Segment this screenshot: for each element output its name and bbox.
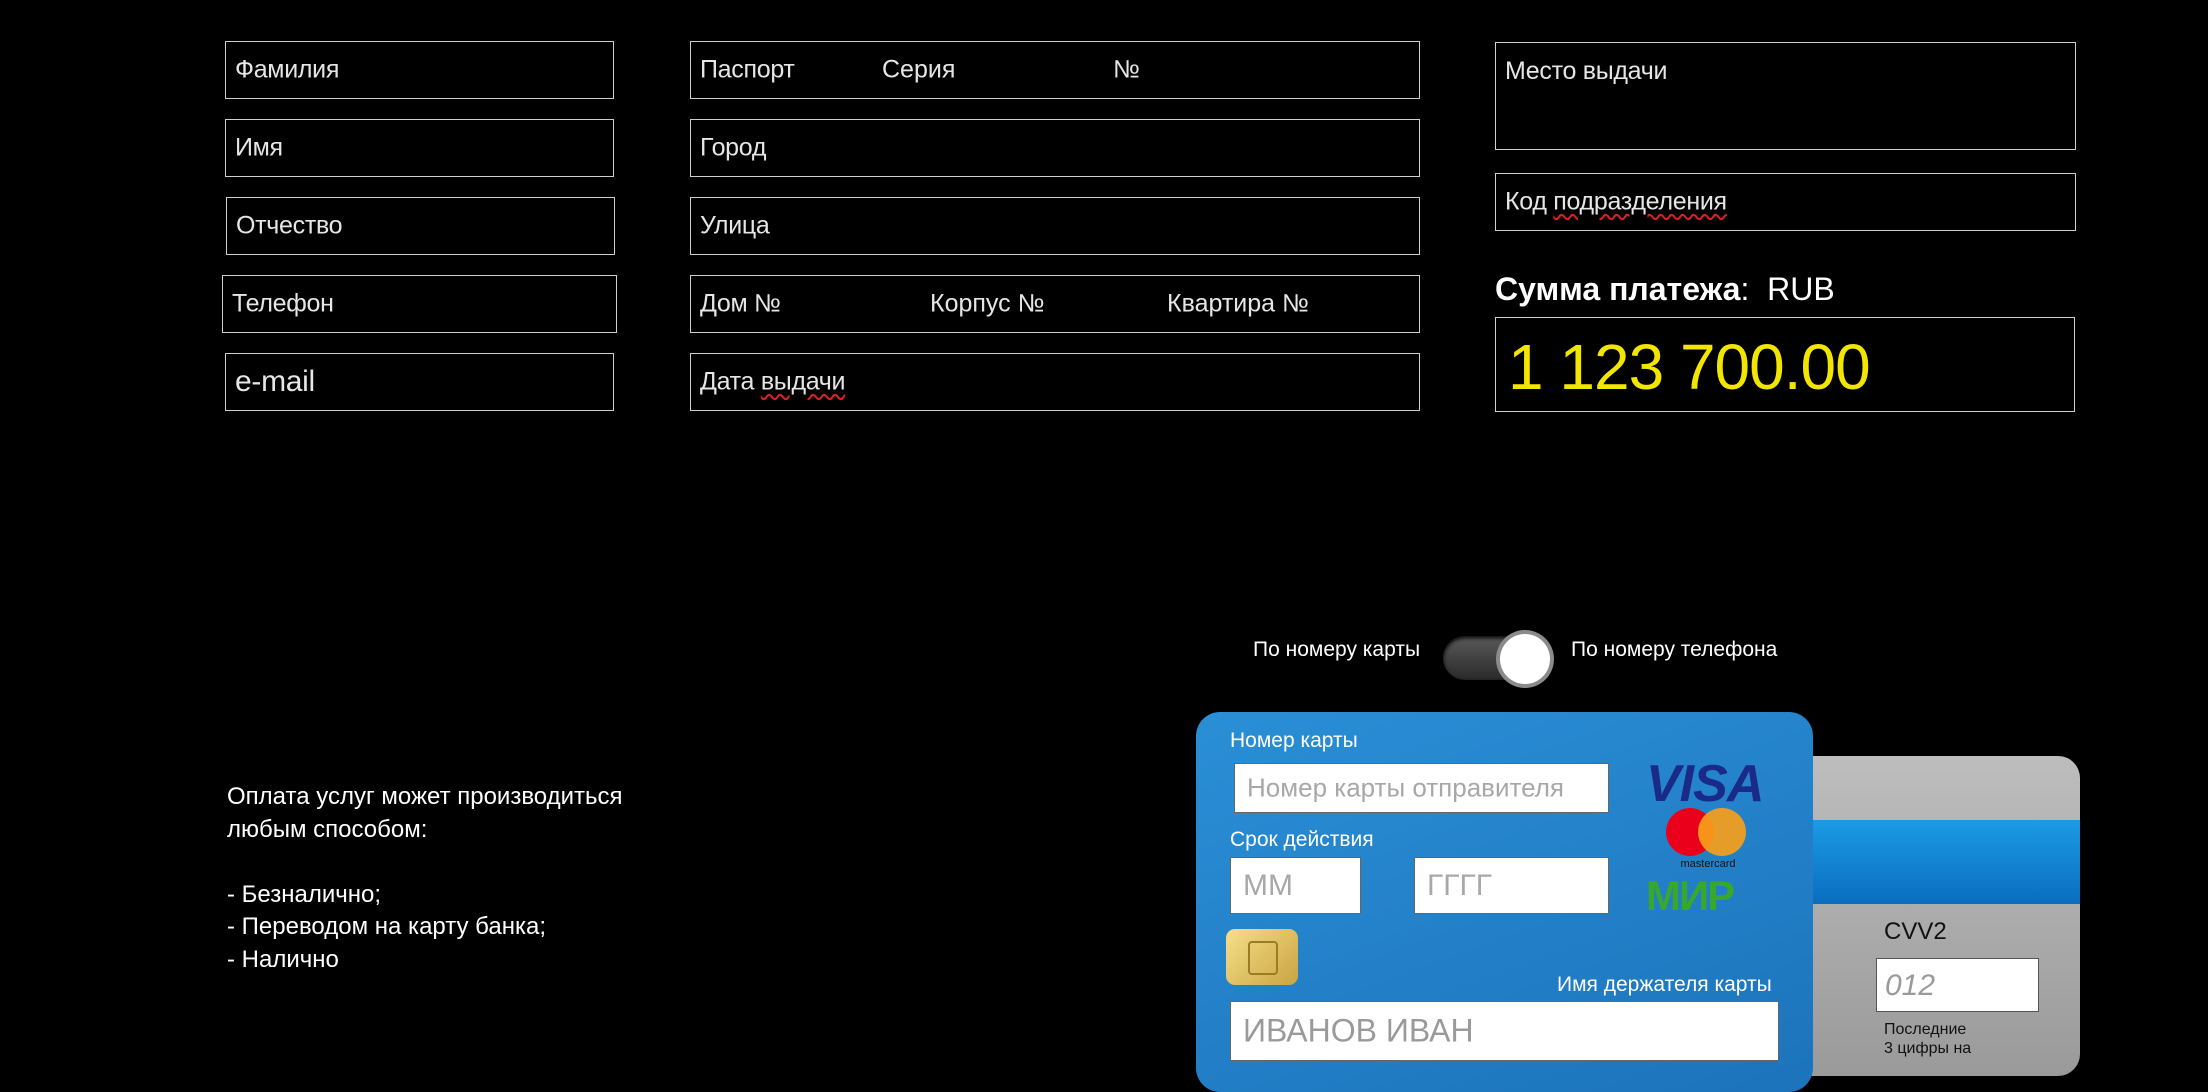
- mastercard-yellow-circle: [1698, 808, 1746, 856]
- street-field[interactable]: Улица: [690, 197, 1420, 255]
- holder-label: Имя держателя карты: [1557, 973, 1772, 996]
- toggle-knob[interactable]: [1500, 634, 1550, 684]
- passport-number-label: №: [1113, 55, 1140, 84]
- passport-label: Паспорт: [700, 55, 795, 84]
- expiry-year-input[interactable]: ГГГГ: [1414, 857, 1609, 914]
- dept-code-prefix: Код: [1505, 187, 1554, 216]
- dept-code-label: Код подразделения: [1505, 188, 1727, 217]
- info-line2: любым способом:: [227, 815, 428, 843]
- mastercard-text: mastercard: [1680, 858, 1736, 870]
- payment-label: Сумма платежа: RUB: [1495, 271, 1835, 308]
- holder-input[interactable]: ИВАНОВ ИВАН: [1230, 1001, 1779, 1061]
- visa-logo-icon: VISA: [1646, 755, 1764, 813]
- issue-date-prefix: Дата: [700, 367, 761, 396]
- switch-left-label[interactable]: По номеру карты: [1253, 638, 1420, 662]
- surname-field[interactable]: Фамилия: [225, 41, 614, 99]
- cvv-help-line2: 3 цифры на: [1884, 1040, 1972, 1057]
- mir-logo-icon: МИР: [1646, 872, 1735, 919]
- cvv-help: Последние 3 цифры на: [1884, 1020, 1971, 1058]
- address-field[interactable]: Дом № Корпус № Квартира №: [690, 275, 1420, 333]
- payment-info: Оплата услуг может производиться любым с…: [227, 781, 623, 976]
- switch-right-label[interactable]: По номеру телефона: [1571, 638, 1777, 662]
- city-label: Город: [700, 133, 767, 162]
- name-label: Имя: [235, 133, 283, 162]
- info-item3: - Налично: [227, 945, 339, 973]
- card-number-placeholder: Номер карты отправителя: [1247, 772, 1564, 803]
- holder-value: ИВАНОВ ИВАН: [1243, 1012, 1474, 1049]
- building-label: Корпус №: [930, 289, 1045, 318]
- name-field[interactable]: Имя: [225, 119, 614, 177]
- dept-code-field[interactable]: Код подразделения: [1495, 173, 2076, 231]
- magnetic-stripe: [1780, 820, 2080, 904]
- phone-label: Телефон: [232, 289, 334, 318]
- info-item2: - Переводом на карту банка;: [227, 913, 547, 940]
- expiry-year-placeholder: ГГГГ: [1427, 868, 1492, 902]
- series-label: Серия: [882, 55, 956, 84]
- expiry-month-placeholder: ММ: [1243, 868, 1293, 902]
- cvv-input[interactable]: 012: [1876, 958, 2039, 1012]
- issue-date-word: выдачи: [760, 367, 846, 396]
- expiry-month-input[interactable]: ММ: [1230, 857, 1361, 914]
- passport-field[interactable]: Паспорт Серия №: [690, 41, 1420, 99]
- phone-field[interactable]: Телефон: [222, 275, 617, 333]
- card-number-input[interactable]: Номер карты отправителя: [1234, 763, 1609, 813]
- info-line1: Оплата услуг может производиться: [227, 783, 623, 810]
- patronymic-label: Отчество: [236, 211, 343, 240]
- issue-place-field[interactable]: Место выдачи: [1495, 42, 2076, 150]
- payment-currency: RUB: [1767, 271, 1835, 307]
- dept-code-word: подразделения: [1553, 187, 1727, 216]
- email-field[interactable]: e-mail: [225, 353, 614, 411]
- issue-date-field[interactable]: Дата выдачи: [690, 353, 1420, 411]
- surname-label: Фамилия: [235, 55, 340, 84]
- mastercard-logo-icon: mastercard: [1666, 808, 1756, 870]
- payment-amount-field[interactable]: 1 123 700.00: [1495, 317, 2075, 412]
- issue-date-label: Дата выдачи: [700, 367, 846, 397]
- cvv-label: CVV2: [1884, 918, 1947, 945]
- email-label: e-mail: [235, 365, 315, 398]
- patronymic-field[interactable]: Отчество: [226, 197, 615, 255]
- cvv-placeholder: 012: [1885, 969, 1936, 1002]
- city-field[interactable]: Город: [690, 119, 1420, 177]
- street-label: Улица: [700, 211, 770, 240]
- issue-place-label: Место выдачи: [1505, 57, 1668, 85]
- info-item1: - Безналично;: [227, 880, 382, 908]
- house-label: Дом №: [700, 289, 781, 318]
- payment-amount: 1 123 700.00: [1508, 331, 1871, 403]
- expiry-label: Срок действия: [1230, 828, 1374, 851]
- apartment-label: Квартира №: [1167, 289, 1309, 318]
- payment-title: Сумма платежа: [1495, 271, 1741, 307]
- card-number-label: Номер карты: [1230, 729, 1358, 752]
- payment-colon: :: [1740, 271, 1750, 307]
- card-chip-icon: [1226, 929, 1298, 985]
- cvv-help-line1: Последние: [1884, 1021, 1967, 1038]
